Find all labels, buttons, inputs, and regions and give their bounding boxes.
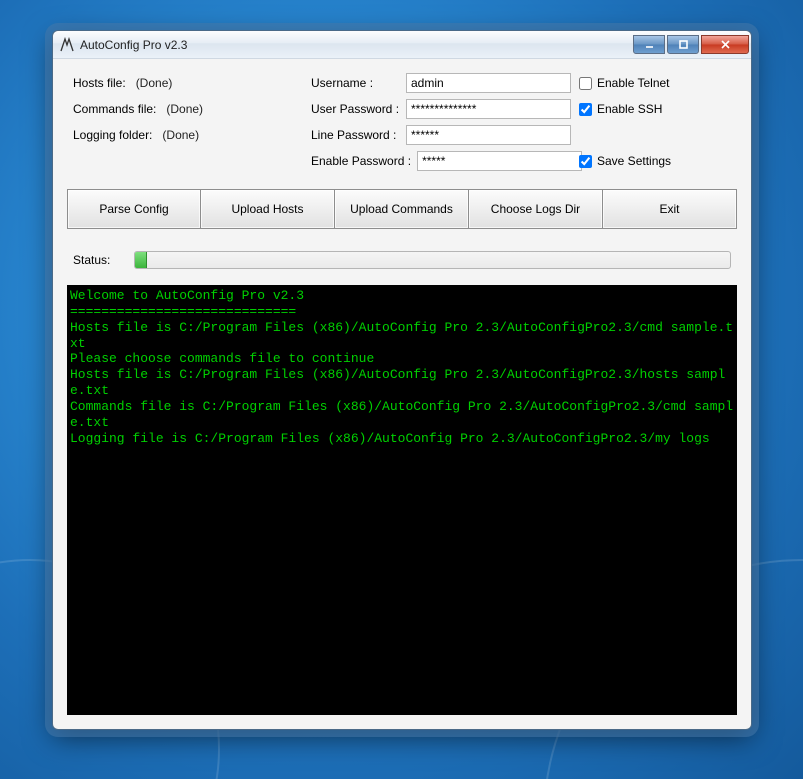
save-settings-checkbox[interactable] [579,155,592,168]
enable-password-label: Enable Password : [311,154,411,168]
titlebar[interactable]: AutoConfig Pro v2.3 [53,31,751,59]
app-window: AutoConfig Pro v2.3 Hosts file: (Done) U… [52,30,752,730]
status-row: Status: [67,251,737,269]
commands-file-value: (Done) [166,102,203,116]
logging-folder-value: (Done) [162,128,199,142]
close-icon [720,39,731,50]
enable-password-input[interactable] [417,151,582,171]
enable-telnet-checkbox[interactable] [579,77,592,90]
client-area: Hosts file: (Done) Username : Enable Tel… [53,59,751,729]
line-password-input[interactable] [406,125,571,145]
user-password-label: User Password : [311,102,400,116]
username-label: Username : [311,76,400,90]
window-buttons [633,36,749,54]
commands-file-label: Commands file: [73,102,156,116]
save-settings-label: Save Settings [597,154,671,168]
hosts-file-label: Hosts file: [73,76,126,90]
line-password-label: Line Password : [311,128,400,142]
window-title: AutoConfig Pro v2.3 [80,38,187,52]
upload-hosts-button[interactable]: Upload Hosts [201,189,335,229]
username-input[interactable] [406,73,571,93]
settings-grid: Hosts file: (Done) Username : Enable Tel… [67,73,737,171]
upload-commands-button[interactable]: Upload Commands [335,189,469,229]
maximize-icon [678,39,689,50]
minimize-button[interactable] [633,35,665,54]
close-button[interactable] [701,35,749,54]
user-password-input[interactable] [406,99,571,119]
enable-telnet-label: Enable Telnet [597,76,670,90]
choose-logs-dir-button[interactable]: Choose Logs Dir [469,189,603,229]
exit-button[interactable]: Exit [603,189,737,229]
progress-bar [134,251,731,269]
parse-config-button[interactable]: Parse Config [67,189,201,229]
console-output[interactable]: Welcome to AutoConfig Pro v2.3 =========… [67,285,737,715]
progress-bar-fill [135,252,147,268]
enable-ssh-label: Enable SSH [597,102,662,116]
status-label: Status: [73,253,110,267]
logging-folder-label: Logging folder: [73,128,152,142]
hosts-file-value: (Done) [136,76,173,90]
maximize-button[interactable] [667,35,699,54]
action-button-row: Parse Config Upload Hosts Upload Command… [67,189,737,229]
minimize-icon [644,39,655,50]
app-icon [59,37,75,53]
enable-ssh-checkbox[interactable] [579,103,592,116]
